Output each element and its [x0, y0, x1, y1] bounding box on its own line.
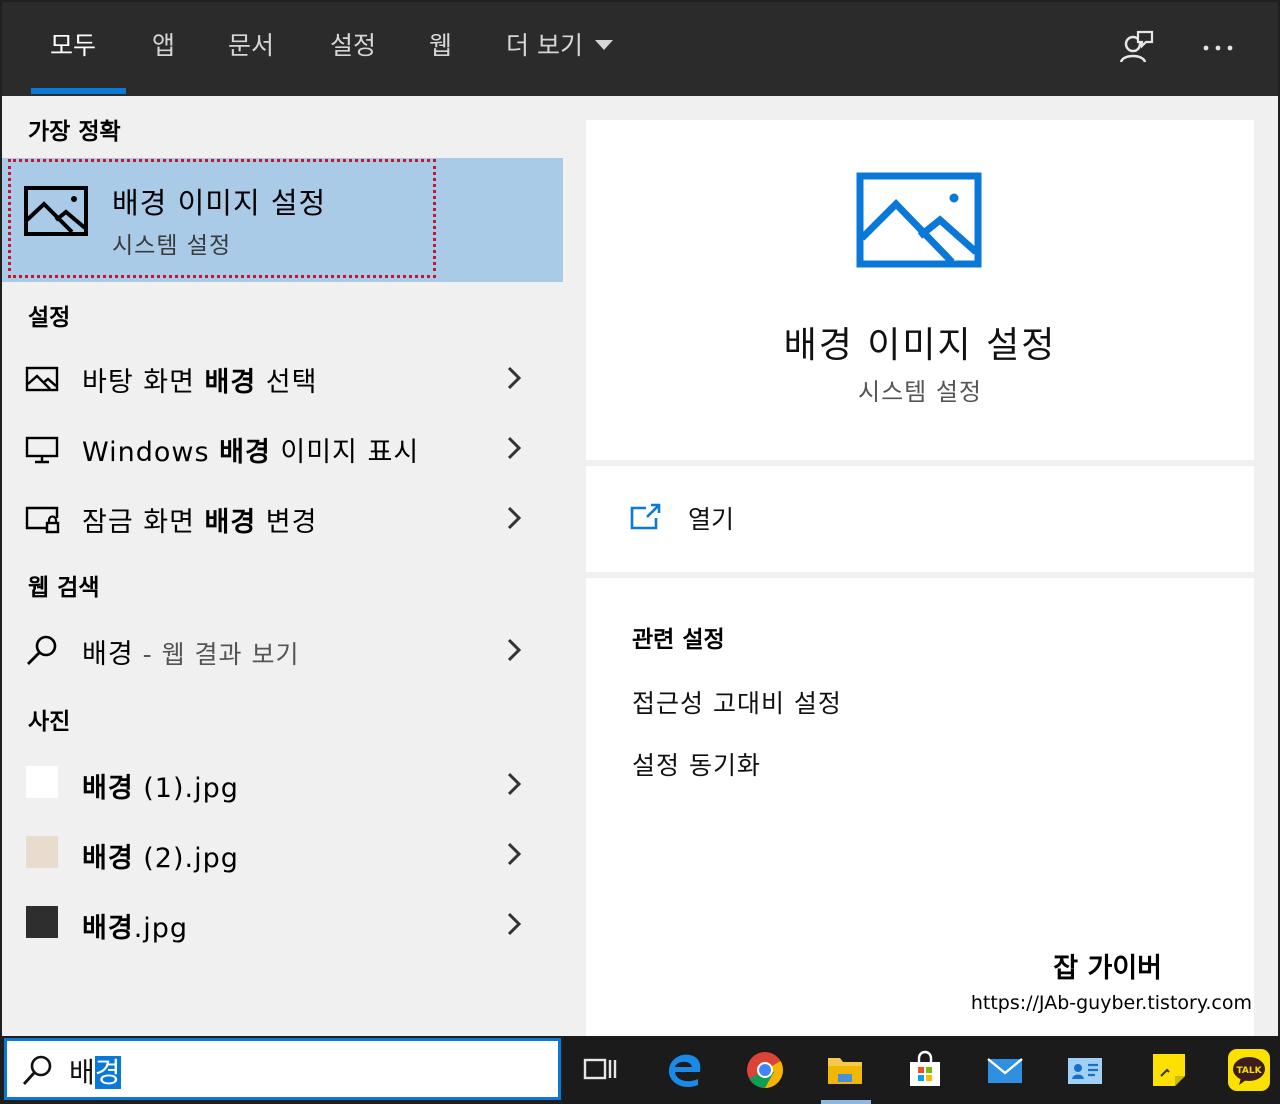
web-search-heading: 웹 검색 — [28, 575, 100, 601]
related-settings-card: 관련 설정 접근성 고대비 설정 설정 동기화 잡 가이버 https://JA… — [586, 578, 1254, 1036]
preview-title: 배경 이미지 설정 — [783, 325, 1057, 366]
picture-icon — [24, 186, 88, 236]
tab-settings[interactable]: 설정 — [330, 30, 376, 66]
tab-web[interactable]: 웹 — [429, 30, 452, 66]
photo-thumbnail — [26, 766, 58, 798]
photos-heading: 사진 — [28, 709, 71, 735]
active-app-indicator — [821, 1100, 871, 1104]
contacts-icon[interactable] — [1065, 1050, 1105, 1090]
tab-apps[interactable]: 앱 — [152, 30, 175, 66]
kakaotalk-icon[interactable]: TALK — [1227, 1048, 1271, 1092]
taskbar: TALK — [563, 1036, 1280, 1104]
photo-thumbnail — [26, 906, 58, 938]
settings-item-windows-background[interactable]: Windows 배경 이미지 표시 — [2, 418, 563, 478]
preview-header-card: 배경 이미지 설정 시스템 설정 — [586, 120, 1254, 460]
photo-item-1[interactable]: 배경 (1).jpg — [2, 754, 563, 814]
photo-item-label: 배경 (1).jpg — [82, 773, 239, 804]
search-query: 배경 — [69, 1056, 121, 1089]
best-match-subtitle: 시스템 설정 — [112, 233, 232, 259]
tab-all[interactable]: 모두 — [50, 30, 96, 66]
chrome-icon[interactable] — [745, 1050, 785, 1090]
store-icon[interactable] — [905, 1050, 945, 1090]
feedback-icon[interactable] — [1116, 28, 1156, 68]
search-filter-bar: 모두 앱 문서 설정 웹 더 보기 — [2, 2, 1278, 96]
file-explorer-icon[interactable] — [825, 1050, 865, 1090]
results-pane: 가장 정확 배경 이미지 설정 시스템 설정 설정 바탕 화면 배경 선택 Wi… — [2, 96, 563, 1036]
watermark-name: 잡 가이버 — [1053, 953, 1162, 984]
tab-more-label: 더 보기 — [506, 31, 583, 60]
chevron-right-icon — [507, 366, 522, 390]
settings-item-label: Windows 배경 이미지 표시 — [82, 437, 420, 468]
related-settings-heading: 관련 설정 — [632, 627, 725, 653]
open-icon — [630, 503, 661, 530]
best-match-title: 배경 이미지 설정 — [112, 186, 327, 220]
chevron-right-icon — [507, 772, 522, 796]
chevron-right-icon — [507, 912, 522, 936]
photo-item-2[interactable]: 배경 (2).jpg — [2, 824, 563, 884]
watermark-url: https://JAb-guyber.tistory.com — [970, 992, 1252, 1014]
settings-heading: 설정 — [28, 305, 71, 331]
active-tab-indicator — [31, 88, 126, 94]
settings-item-label: 잠금 화면 배경 변경 — [82, 507, 318, 538]
chevron-right-icon — [507, 506, 522, 530]
settings-item-desktop-background[interactable]: 바탕 화면 배경 선택 — [2, 348, 563, 408]
lock-screen-icon — [25, 506, 60, 534]
web-search-label: 배경 - 웹 결과 보기 — [82, 639, 300, 670]
monitor-icon — [25, 436, 59, 464]
chevron-right-icon — [507, 638, 522, 662]
web-search-item[interactable]: 배경 - 웹 결과 보기 — [2, 620, 563, 680]
open-card[interactable]: 열기 — [586, 466, 1254, 572]
open-button[interactable]: 열기 — [688, 500, 734, 536]
tab-more[interactable]: 더 보기 — [506, 30, 613, 66]
sticky-notes-icon[interactable] — [1149, 1050, 1189, 1090]
chevron-down-icon — [594, 40, 613, 50]
tab-documents[interactable]: 문서 — [228, 30, 274, 66]
related-link-high-contrast[interactable]: 접근성 고대비 설정 — [632, 684, 842, 720]
chevron-right-icon — [507, 842, 522, 866]
more-icon[interactable] — [1198, 28, 1238, 68]
edge-icon[interactable] — [665, 1050, 705, 1090]
settings-item-lock-screen-background[interactable]: 잠금 화면 배경 변경 — [2, 488, 563, 548]
photo-item-3[interactable]: 배경.jpg — [2, 894, 563, 954]
search-icon — [27, 635, 57, 665]
chevron-right-icon — [507, 436, 522, 460]
related-link-sync-settings[interactable]: 설정 동기화 — [632, 746, 761, 782]
best-match-item[interactable]: 배경 이미지 설정 시스템 설정 — [2, 158, 563, 282]
picture-icon — [856, 172, 982, 268]
best-match-heading: 가장 정확 — [28, 119, 121, 145]
picture-icon — [25, 366, 59, 392]
task-view-icon[interactable] — [581, 1050, 621, 1090]
search-icon — [22, 1055, 52, 1085]
selected-text: 경 — [94, 1056, 121, 1089]
mail-icon[interactable] — [985, 1050, 1025, 1090]
preview-subtitle: 시스템 설정 — [857, 378, 983, 406]
photo-item-label: 배경.jpg — [82, 913, 189, 944]
photo-item-label: 배경 (2).jpg — [82, 843, 239, 874]
settings-item-label: 바탕 화면 배경 선택 — [82, 367, 318, 398]
search-input[interactable]: 배경 — [4, 1038, 561, 1100]
photo-thumbnail — [26, 836, 58, 868]
svg-text:TALK: TALK — [1236, 1066, 1262, 1076]
